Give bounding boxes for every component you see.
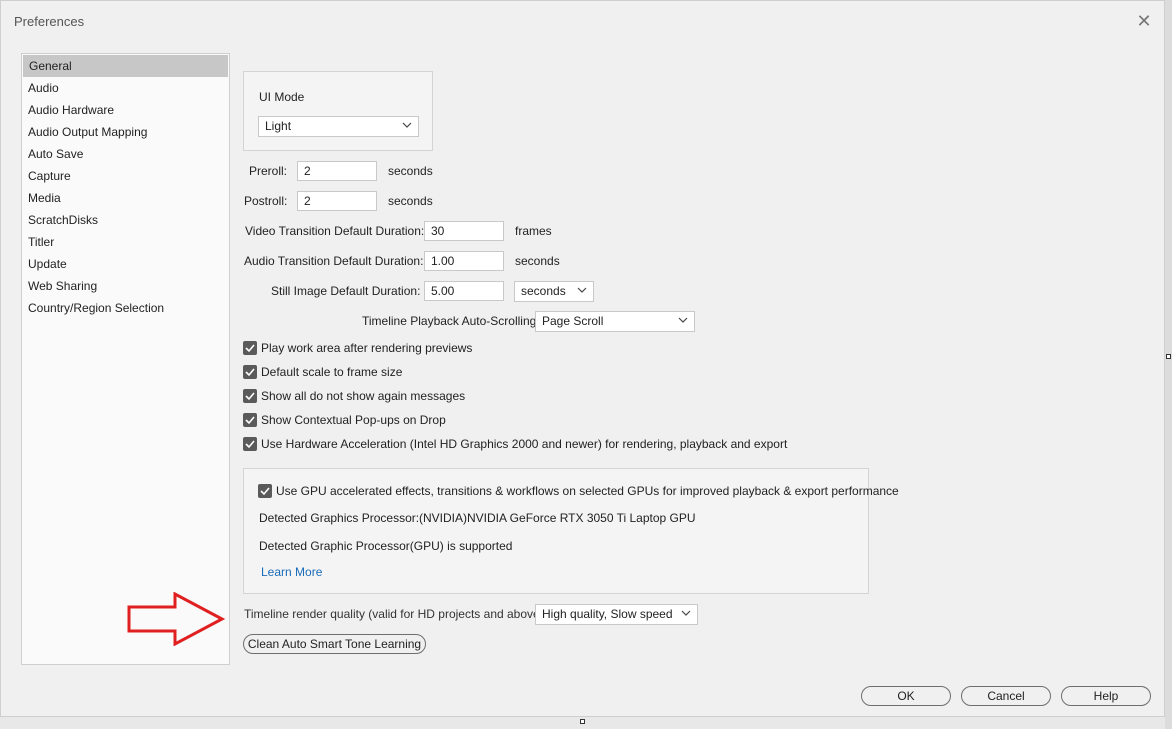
- gpu-group: Use GPU accelerated effects, transitions…: [243, 468, 899, 594]
- gpu-accel-checkbox[interactable]: [258, 484, 272, 498]
- postroll-input[interactable]: 2: [297, 191, 377, 211]
- background-window: [1165, 0, 1172, 729]
- sidebar-item-auto-save[interactable]: Auto Save: [22, 143, 229, 165]
- contextual-popups-label: Show Contextual Pop-ups on Drop: [261, 413, 446, 427]
- chevron-down-icon: [678, 317, 688, 323]
- cancel-button[interactable]: Cancel: [961, 686, 1051, 706]
- render-quality-value: High quality, Slow speed: [542, 607, 673, 621]
- chevron-down-icon: [577, 287, 587, 293]
- hardware-acceleration-label: Use Hardware Acceleration (Intel HD Grap…: [261, 437, 788, 451]
- ok-button[interactable]: OK: [861, 686, 951, 706]
- ui-mode-group: UI Mode Light: [243, 71, 433, 151]
- learn-more-link[interactable]: Learn More: [261, 565, 322, 579]
- chevron-down-icon: [402, 122, 412, 128]
- sidebar-item-update[interactable]: Update: [22, 253, 229, 275]
- render-quality-select[interactable]: High quality, Slow speed: [535, 604, 698, 625]
- sidebar-item-audio-hardware[interactable]: Audio Hardware: [22, 99, 229, 121]
- video-transition-input[interactable]: 30: [424, 221, 504, 241]
- still-image-unit-value: seconds: [521, 284, 566, 298]
- sidebar-item-media[interactable]: Media: [22, 187, 229, 209]
- check-icon: [245, 344, 255, 353]
- audio-transition-unit: seconds: [515, 254, 560, 268]
- ui-mode-value: Light: [265, 119, 292, 133]
- detected-gpu-value: (NVIDIA)NVIDIA GeForce RTX 3050 Ti Lapto…: [419, 511, 696, 525]
- gpu-accel-label: Use GPU accelerated effects, transitions…: [276, 484, 899, 498]
- sidebar-item-audio-output-mapping[interactable]: Audio Output Mapping: [22, 121, 229, 143]
- hardware-acceleration-checkbox[interactable]: [243, 437, 257, 451]
- ui-mode-select[interactable]: Light: [258, 116, 419, 137]
- close-icon[interactable]: ✕: [1132, 9, 1156, 33]
- play-work-area-option: Play work area after rendering previews: [243, 340, 472, 356]
- gpu-accel-option: Use GPU accelerated effects, transitions…: [258, 483, 899, 499]
- check-icon: [245, 392, 255, 401]
- timeline-scroll-select[interactable]: Page Scroll: [535, 311, 695, 332]
- postroll-unit: seconds: [388, 194, 433, 208]
- video-transition-unit: frames: [515, 224, 552, 238]
- window-title: Preferences: [14, 14, 85, 29]
- play-work-area-label: Play work area after rendering previews: [261, 341, 473, 355]
- check-icon: [245, 416, 255, 425]
- audio-transition-input[interactable]: 1.00: [424, 251, 504, 271]
- show-messages-checkbox[interactable]: [243, 389, 257, 403]
- show-messages-option: Show all do not show again messages: [243, 388, 465, 404]
- show-messages-label: Show all do not show again messages: [261, 389, 466, 403]
- detected-gpu-label: Detected Graphics Processor:: [259, 511, 420, 525]
- still-image-label: Still Image Default Duration:: [271, 284, 421, 298]
- default-scale-option: Default scale to frame size: [243, 364, 402, 380]
- resize-handle-right[interactable]: [1166, 354, 1171, 359]
- timeline-scroll-value: Page Scroll: [542, 314, 604, 328]
- check-icon: [245, 368, 255, 377]
- check-icon: [260, 487, 270, 496]
- sidebar-item-titler[interactable]: Titler: [22, 231, 229, 253]
- clean-auto-smart-tone-button[interactable]: Clean Auto Smart Tone Learning: [243, 634, 426, 654]
- preroll-unit: seconds: [388, 164, 433, 178]
- sidebar-item-general[interactable]: General: [23, 55, 228, 77]
- help-button[interactable]: Help: [1061, 686, 1151, 706]
- sidebar-item-audio[interactable]: Audio: [22, 77, 229, 99]
- red-arrow-icon: [127, 592, 225, 646]
- render-quality-label: Timeline render quality (valid for HD pr…: [244, 607, 548, 621]
- contextual-popups-option: Show Contextual Pop-ups on Drop: [243, 412, 446, 428]
- title-bar: Preferences ✕: [1, 1, 1164, 41]
- contextual-popups-checkbox[interactable]: [243, 413, 257, 427]
- postroll-label: Postroll:: [244, 194, 288, 208]
- still-image-unit-select[interactable]: seconds: [514, 281, 594, 302]
- preroll-input[interactable]: 2: [297, 161, 377, 181]
- ui-mode-label: UI Mode: [259, 90, 305, 104]
- check-icon: [245, 440, 255, 449]
- sidebar-item-web-sharing[interactable]: Web Sharing: [22, 275, 229, 297]
- chevron-down-icon: [681, 610, 691, 616]
- default-scale-checkbox[interactable]: [243, 365, 257, 379]
- audio-transition-label: Audio Transition Default Duration:: [244, 254, 424, 268]
- hardware-acceleration-option: Use Hardware Acceleration (Intel HD Grap…: [243, 436, 787, 452]
- sidebar-item-scratchdisks[interactable]: ScratchDisks: [22, 209, 229, 231]
- sidebar-item-country-region[interactable]: Country/Region Selection: [22, 297, 229, 319]
- preroll-label: Preroll:: [249, 164, 288, 178]
- still-image-input[interactable]: 5.00: [424, 281, 504, 301]
- sidebar-item-capture[interactable]: Capture: [22, 165, 229, 187]
- preferences-dialog: Preferences ✕ General Audio Audio Hardwa…: [0, 0, 1165, 717]
- default-scale-label: Default scale to frame size: [261, 365, 403, 379]
- gpu-supported-text: Detected Graphic Processor(GPU) is suppo…: [259, 539, 513, 553]
- timeline-scroll-label: Timeline Playback Auto-Scrolling:: [362, 314, 540, 328]
- resize-handle-bottom[interactable]: [580, 719, 585, 724]
- preferences-category-list: General Audio Audio Hardware Audio Outpu…: [21, 53, 230, 665]
- video-transition-label: Video Transition Default Duration:: [245, 224, 425, 238]
- play-work-area-checkbox[interactable]: [243, 341, 257, 355]
